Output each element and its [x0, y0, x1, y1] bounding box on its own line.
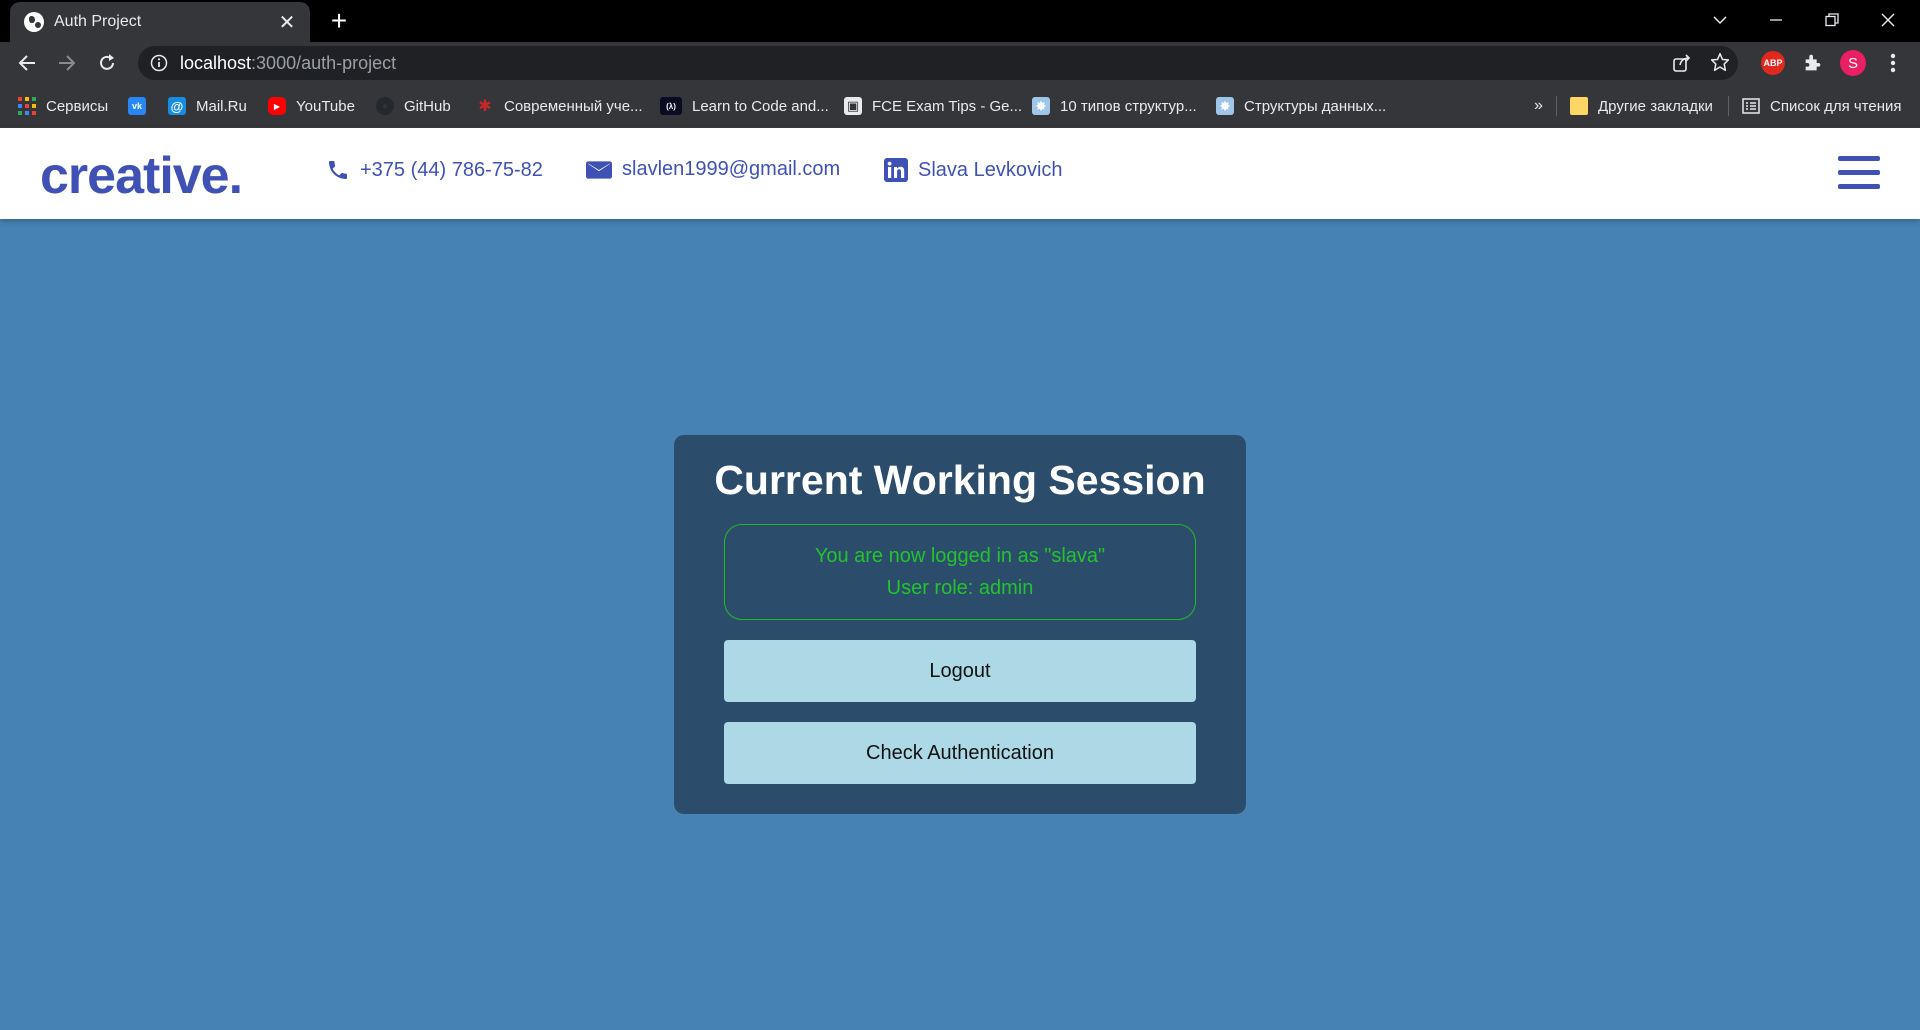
session-card: Current Working Session You are now logg…: [674, 435, 1246, 814]
logged-in-message: You are now logged in as "slava": [814, 545, 1106, 567]
browser-tab-bar: Auth Project ✕ +: [0, 0, 1920, 42]
bookmark-label: Другие закладки: [1598, 97, 1713, 115]
bookmark-github[interactable]: ● GitHub: [376, 94, 451, 118]
browser-tab-active[interactable]: Auth Project ✕: [10, 2, 310, 42]
login-status-box: You are now logged in as "slava" User ro…: [724, 524, 1196, 620]
bookmark-label: Современный уче...: [504, 97, 643, 115]
bookmark-label: FCE Exam Tips - Ge...: [872, 97, 1023, 115]
apps-grid-icon: [18, 97, 36, 115]
bookmark-youtube[interactable]: ▶ YouTube: [268, 94, 355, 118]
mail-icon: [586, 160, 612, 179]
share-icon[interactable]: [1672, 53, 1692, 78]
bookmark-other-folder[interactable]: Другие закладки: [1570, 94, 1713, 118]
bookmark-js-tutorial[interactable]: ✱ Современный уче...: [476, 94, 643, 118]
bookmark-label: GitHub: [404, 97, 451, 115]
bookmark-label: 10 типов структур...: [1060, 97, 1197, 115]
bookmark-services[interactable]: Сервисы: [18, 94, 108, 118]
bookmark-label: Список для чтения: [1770, 97, 1902, 115]
vk-icon: vk: [128, 97, 146, 115]
bookmarks-divider: [1728, 96, 1729, 116]
linkedin-link[interactable]: Slava Levkovich: [884, 158, 1063, 182]
bookmark-label: Сервисы: [46, 97, 109, 115]
check-authentication-button[interactable]: Check Authentication: [724, 722, 1196, 784]
reading-list-button[interactable]: Список для чтения: [1742, 94, 1902, 118]
site-logo[interactable]: creative.: [40, 146, 243, 206]
phone-number: +375 (44) 786-75-82: [360, 158, 543, 181]
tab-title: Auth Project: [54, 13, 142, 30]
github-icon: ●: [376, 97, 394, 115]
profile-avatar[interactable]: S: [1838, 48, 1868, 78]
back-arrow-icon[interactable]: [10, 46, 44, 80]
bookmark-star-icon[interactable]: [1710, 52, 1730, 77]
bookmark-mailru[interactable]: @ Mail.Ru: [168, 94, 247, 118]
forward-arrow-icon[interactable]: [50, 46, 84, 80]
bookmarks-overflow-button[interactable]: »: [1534, 94, 1543, 118]
new-tab-button[interactable]: +: [324, 6, 354, 36]
bookmark-freecodecamp[interactable]: (λ) Learn to Code and...: [660, 94, 829, 118]
reading-list-icon: [1742, 97, 1760, 115]
bookmark-data-structures-2[interactable]: ✸ Структуры данных...: [1216, 94, 1386, 118]
bookmarks-divider: [1556, 96, 1557, 116]
site-header: creative. +375 (44) 786-75-82 slavlen199…: [0, 128, 1920, 219]
tab-close-icon[interactable]: ✕: [276, 10, 298, 35]
adblock-icon[interactable]: ABP: [1758, 48, 1788, 78]
hamburger-menu-icon[interactable]: [1838, 156, 1880, 190]
linkedin-icon: [884, 158, 908, 182]
bookmark-data-structures-1[interactable]: ✸ 10 типов структур...: [1032, 94, 1197, 118]
habr-icon: ✸: [1032, 97, 1050, 115]
minimize-icon[interactable]: [1748, 0, 1804, 40]
folder-icon: [1570, 97, 1588, 115]
bookmarks-bar: Сервисы vk @ Mail.Ru ▶ YouTube ● GitHub …: [0, 84, 1920, 128]
close-window-icon[interactable]: [1860, 0, 1916, 40]
mailru-icon: @: [168, 97, 186, 115]
browser-toolbar: localhost:3000/auth-project ABP S: [0, 42, 1920, 84]
site-info-icon[interactable]: [150, 54, 168, 72]
bookmark-label: Структуры данных...: [1244, 97, 1387, 115]
phone-icon: [329, 161, 347, 179]
bookmark-vk[interactable]: vk: [128, 94, 156, 118]
restore-icon[interactable]: [1804, 0, 1860, 40]
email-address: slavlen1999@gmail.com: [622, 158, 841, 180]
bookmark-label: YouTube: [296, 97, 355, 115]
extensions-puzzle-icon[interactable]: [1798, 48, 1828, 78]
tab-search-icon[interactable]: [1692, 0, 1748, 40]
globe-icon: [24, 12, 44, 32]
bookmark-label: Learn to Code and...: [692, 97, 829, 115]
fce-icon: ▣: [844, 97, 862, 115]
bookmark-label: Mail.Ru: [196, 97, 247, 115]
session-title: Current Working Session: [714, 457, 1206, 503]
youtube-icon: ▶: [268, 97, 286, 115]
url-path: :3000/auth-project: [251, 52, 397, 73]
habr-icon: ✸: [1216, 97, 1234, 115]
phone-link[interactable]: +375 (44) 786-75-82: [326, 158, 543, 182]
url-host: localhost: [180, 52, 252, 73]
browser-menu-icon[interactable]: [1878, 48, 1908, 78]
freecodecamp-icon: (λ): [660, 97, 682, 115]
bookmark-fce[interactable]: ▣ FCE Exam Tips - Ge...: [844, 94, 1022, 118]
linkedin-name: Slava Levkovich: [918, 158, 1063, 181]
js-tutorial-icon: ✱: [478, 98, 492, 115]
address-bar[interactable]: localhost:3000/auth-project: [138, 46, 1738, 80]
email-link[interactable]: slavlen1999@gmail.com: [586, 158, 840, 181]
reload-icon[interactable]: [90, 46, 124, 80]
user-role-message: User role: admin: [886, 577, 1034, 599]
logout-button[interactable]: Logout: [724, 640, 1196, 702]
